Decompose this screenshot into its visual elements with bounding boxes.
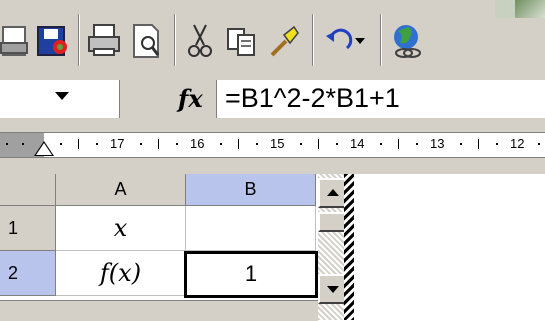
standard-toolbar bbox=[0, 0, 545, 80]
ruler-dot bbox=[60, 143, 62, 145]
format-painter-icon bbox=[270, 25, 299, 57]
ruler-label: 17 bbox=[110, 136, 125, 151]
print-icon bbox=[88, 24, 120, 56]
arrow-down-icon bbox=[327, 286, 339, 293]
undo-button[interactable] bbox=[318, 18, 372, 64]
cut-button[interactable] bbox=[180, 18, 220, 64]
ruler-dot bbox=[176, 143, 178, 145]
save-icon bbox=[37, 26, 67, 56]
hyperlink-button[interactable] bbox=[386, 18, 426, 64]
ruler-dot bbox=[496, 143, 498, 145]
ruler-tick bbox=[318, 139, 319, 149]
formula-input[interactable]: =B1^2-2*B1+1 bbox=[216, 80, 545, 118]
insert-function-icon[interactable]: fx bbox=[178, 84, 203, 113]
ruler-label: 13 bbox=[430, 136, 445, 151]
new-document-button[interactable] bbox=[0, 18, 34, 64]
format-painter-button[interactable] bbox=[264, 18, 304, 64]
toolbar-separator bbox=[312, 14, 314, 66]
name-box-dropdown-icon[interactable] bbox=[55, 92, 69, 100]
ruler-tick bbox=[398, 139, 399, 149]
ruler-dot bbox=[380, 143, 382, 145]
ruler-label: 14 bbox=[350, 136, 365, 151]
copy-icon bbox=[227, 28, 255, 56]
save-button[interactable] bbox=[32, 18, 72, 64]
ruler-dot bbox=[300, 143, 302, 145]
cell-b2-active[interactable]: 1 bbox=[184, 251, 318, 298]
hyperlink-icon bbox=[394, 25, 421, 58]
ruler-dot bbox=[22, 143, 24, 145]
horizontal-ruler: 17 16 15 14 13 12 bbox=[0, 132, 545, 158]
cut-icon bbox=[188, 24, 212, 57]
toolbar-separator bbox=[78, 14, 80, 66]
ruler-tick bbox=[78, 139, 79, 149]
ruler-tick bbox=[158, 139, 159, 149]
ruler-dot bbox=[336, 143, 338, 145]
row-header-2[interactable]: 2 bbox=[0, 251, 56, 296]
undo-icon bbox=[326, 28, 353, 50]
ruler-dot bbox=[220, 143, 222, 145]
indent-marker-fill bbox=[36, 143, 52, 155]
print-preview-icon bbox=[133, 24, 160, 58]
arrow-up-icon bbox=[327, 189, 339, 196]
column-header-b[interactable]: B bbox=[186, 174, 316, 206]
sheet-tab-strip[interactable] bbox=[0, 300, 318, 321]
cell-b1[interactable] bbox=[186, 206, 316, 251]
name-box[interactable] bbox=[0, 80, 120, 118]
ruler-label: 12 bbox=[510, 136, 525, 151]
ruler-dot bbox=[538, 143, 540, 145]
print-button[interactable] bbox=[84, 18, 124, 64]
ruler-label: 15 bbox=[270, 136, 285, 151]
column-header-a[interactable]: A bbox=[56, 174, 186, 206]
toolbar-separator bbox=[380, 14, 382, 66]
ruler-dot bbox=[256, 143, 258, 145]
ruler-dot bbox=[96, 143, 98, 145]
cell-a2[interactable]: f(x) bbox=[56, 251, 186, 296]
ruler-dot bbox=[140, 143, 142, 145]
copy-button[interactable] bbox=[222, 18, 262, 64]
toolbar-separator bbox=[174, 14, 176, 66]
formula-bar: fx =B1^2-2*B1+1 bbox=[0, 80, 545, 119]
corner-image bbox=[495, 0, 545, 18]
ruler-dot bbox=[416, 143, 418, 145]
ruler-tick bbox=[478, 139, 479, 149]
ruler-dot bbox=[460, 143, 462, 145]
print-preview-button[interactable] bbox=[126, 18, 166, 64]
cell-a1[interactable]: x bbox=[56, 206, 186, 251]
chevron-down-icon[interactable] bbox=[353, 34, 367, 48]
window-resize-border[interactable] bbox=[344, 174, 354, 320]
row-header-1[interactable]: 1 bbox=[0, 206, 56, 251]
ruler-tick bbox=[238, 139, 239, 149]
select-all-corner[interactable] bbox=[0, 174, 56, 206]
worksheet-grid: A B 1 2 x f(x) 1 bbox=[0, 174, 545, 321]
new-document-icon bbox=[0, 26, 28, 56]
ruler-strip: 17 16 15 14 13 12 bbox=[0, 118, 545, 174]
ruler-label: 16 bbox=[190, 136, 205, 151]
ruler-dot bbox=[6, 143, 8, 145]
